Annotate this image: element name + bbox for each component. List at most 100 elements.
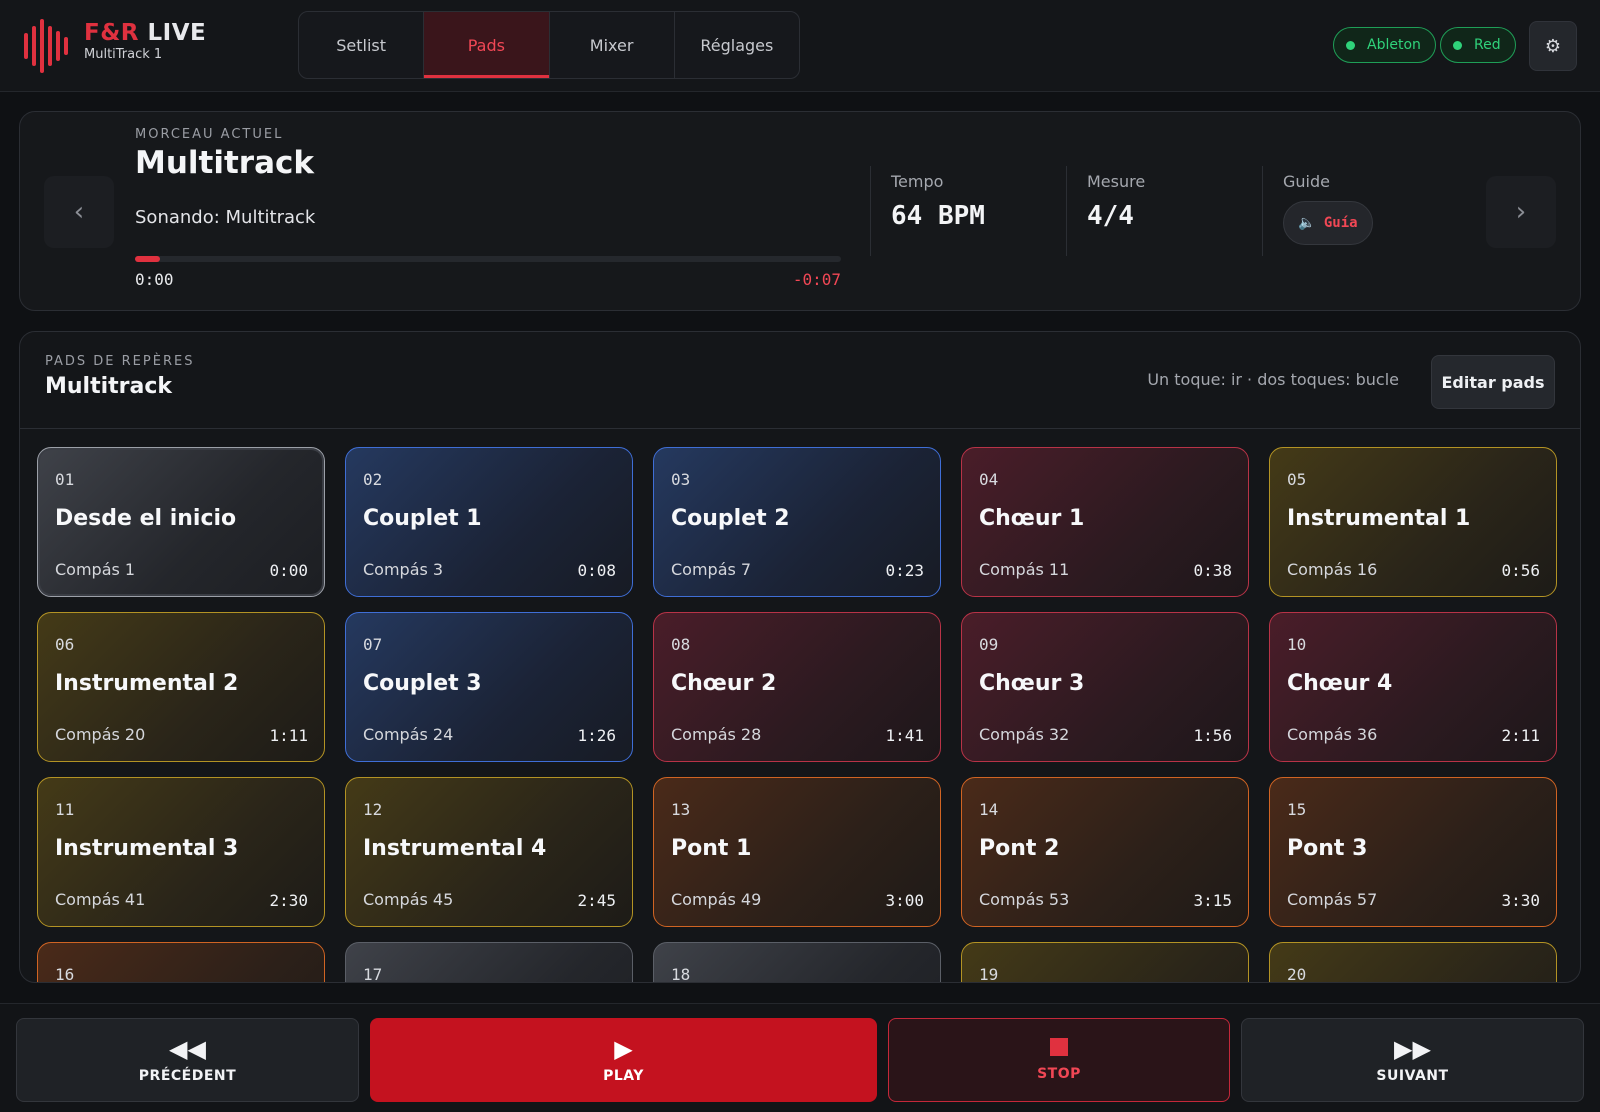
pad-bar: Compás 1 (55, 560, 136, 579)
pad-name: Pont 3 (1287, 836, 1368, 861)
tab-pads[interactable]: Pads (424, 12, 550, 78)
stop-label: STOP (1037, 1066, 1081, 1082)
status-badge-red[interactable]: Red (1440, 27, 1516, 63)
status-badge-ableton[interactable]: Ableton (1333, 27, 1436, 63)
previous-button[interactable]: ◀◀ PRÉCÉDENT (16, 1018, 359, 1102)
pad-number: 03 (671, 470, 691, 489)
now-playing-panel: ‹ MORCEAU ACTUEL Multitrack Sonando: Mul… (19, 111, 1581, 311)
pads-hint: Un toque: ir · dos toques: bucle (1147, 370, 1399, 389)
pad-time: 1:11 (269, 726, 308, 745)
pad-number: 01 (55, 470, 75, 489)
pad-bar: Compás 7 (671, 560, 752, 579)
pad-09[interactable]: 09 Chœur 3 Compás 32 1:56 (961, 612, 1249, 762)
pad-number: 17 (363, 965, 383, 983)
next-song-button[interactable]: › (1486, 176, 1556, 248)
pad-05[interactable]: 05 Instrumental 1 Compás 16 0:56 (1269, 447, 1557, 597)
gear-icon: ⚙ (1544, 35, 1562, 57)
previous-label: PRÉCÉDENT (138, 1068, 237, 1084)
pad-01[interactable]: 01 Desde el inicio Compás 1 0:00 (37, 447, 325, 597)
pad-14[interactable]: 14 Pont 2 Compás 53 3:15 (961, 777, 1249, 927)
pad-number: 04 (979, 470, 999, 489)
song-title: Multitrack (135, 145, 315, 181)
stop-button[interactable]: STOP (888, 1018, 1230, 1102)
pad-17[interactable]: 17 (345, 942, 633, 983)
status-label: Red (1474, 37, 1501, 53)
pad-time: 2:11 (1501, 726, 1540, 745)
edit-pads-button[interactable]: Editar pads (1431, 355, 1555, 409)
pad-name: Couplet 2 (671, 506, 790, 531)
pad-number: 05 (1287, 470, 1307, 489)
pad-name: Couplet 1 (363, 506, 482, 531)
pad-name: Couplet 3 (363, 671, 482, 696)
pad-03[interactable]: 03 Couplet 2 Compás 7 0:23 (653, 447, 941, 597)
pad-time: 3:15 (1193, 891, 1232, 910)
pad-name: Chœur 2 (671, 671, 777, 696)
pad-bar: Compás 36 (1287, 725, 1378, 744)
pad-11[interactable]: 11 Instrumental 3 Compás 41 2:30 (37, 777, 325, 927)
play-label: PLAY (603, 1068, 644, 1084)
pad-16[interactable]: 16 (37, 942, 325, 983)
stop-icon (1050, 1038, 1068, 1056)
pad-time: 0:38 (1193, 561, 1232, 580)
pad-02[interactable]: 02 Couplet 1 Compás 3 0:08 (345, 447, 633, 597)
pad-number: 14 (979, 800, 999, 819)
pad-12[interactable]: 12 Instrumental 4 Compás 45 2:45 (345, 777, 633, 927)
pad-time: 0:00 (269, 561, 308, 580)
guide-label: Guide (1283, 172, 1330, 191)
measure-label: Mesure (1087, 172, 1146, 191)
tab-reglages[interactable]: Réglages (675, 12, 799, 78)
play-button[interactable]: ▶ PLAY (370, 1018, 877, 1102)
pad-04[interactable]: 04 Chœur 1 Compás 11 0:38 (961, 447, 1249, 597)
pad-time: 0:23 (885, 561, 924, 580)
pad-time: 2:45 (577, 891, 616, 910)
time-remaining: -0:07 (792, 270, 841, 289)
brand: F&R LIVE MultiTrack 1 (84, 20, 206, 62)
pad-18[interactable]: 18 (653, 942, 941, 982)
status-dot-icon (1346, 40, 1355, 50)
pads-header: PADS DE REPÈRES Multitrack Un toque: ir … (20, 332, 1580, 429)
next-button[interactable]: ▶▶ SUIVANT (1241, 1018, 1584, 1102)
pad-10[interactable]: 10 Chœur 4 Compás 36 2:11 (1269, 612, 1557, 762)
pad-time: 0:56 (1501, 561, 1540, 580)
pad-time: 3:00 (885, 891, 924, 910)
measure-stat: Mesure 4/4 (1066, 166, 1262, 256)
measure-value: 4/4 (1087, 201, 1134, 231)
pad-number: 19 (979, 965, 999, 983)
pad-number: 20 (1287, 965, 1307, 983)
pad-number: 07 (363, 635, 383, 654)
chevron-right-icon: › (1515, 197, 1527, 227)
next-label: SUIVANT (1376, 1068, 1449, 1084)
pad-name: Pont 1 (671, 836, 752, 861)
pad-bar: Compás 45 (363, 890, 454, 909)
tab-setlist[interactable]: Setlist (299, 12, 425, 78)
pad-number: 16 (55, 965, 75, 983)
pad-name: Desde el inicio (55, 506, 237, 531)
pad-07[interactable]: 07 Couplet 3 Compás 24 1:26 (345, 612, 633, 762)
pad-bar: Compás 32 (979, 725, 1070, 744)
pad-19[interactable]: 19 (961, 942, 1249, 983)
progress-bar[interactable] (135, 256, 841, 262)
pad-bar: Compás 57 (1287, 890, 1378, 909)
pad-name: Instrumental 2 (55, 671, 239, 696)
pads-title: Multitrack (45, 374, 173, 399)
pad-20[interactable]: 20 (1269, 942, 1557, 983)
pad-number: 06 (55, 635, 75, 654)
pad-15[interactable]: 15 Pont 3 Compás 57 3:30 (1269, 777, 1557, 927)
pad-06[interactable]: 06 Instrumental 2 Compás 20 1:11 (37, 612, 325, 762)
pad-bar: Compás 20 (55, 725, 146, 744)
tab-mixer[interactable]: Mixer (550, 12, 675, 78)
app-title: F&R LIVE (84, 20, 207, 46)
guide-toggle-button[interactable]: 🔈 Guía (1283, 201, 1373, 245)
pad-name: Pont 2 (979, 836, 1060, 861)
pad-08[interactable]: 08 Chœur 2 Compás 28 1:41 (653, 612, 941, 762)
pad-bar: Compás 24 (363, 725, 454, 744)
pad-bar: Compás 41 (55, 890, 146, 909)
pad-number: 11 (55, 800, 75, 819)
progress-fill (135, 256, 160, 262)
pad-number: 15 (1287, 800, 1307, 819)
previous-song-button[interactable]: ‹ (44, 176, 114, 248)
main-tabs: Setlist Pads Mixer Réglages (298, 11, 800, 79)
pad-13[interactable]: 13 Pont 1 Compás 49 3:00 (653, 777, 941, 927)
app-subtitle: MultiTrack 1 (84, 47, 163, 62)
settings-button[interactable]: ⚙ (1529, 21, 1577, 71)
